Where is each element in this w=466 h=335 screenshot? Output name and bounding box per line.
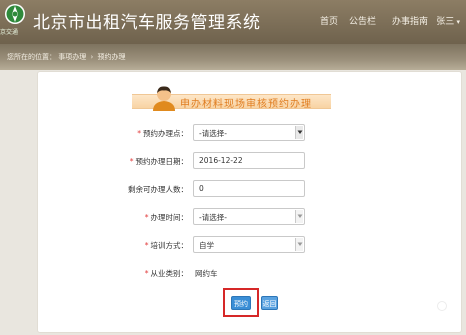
training-method-select[interactable]: 自学 [193,236,305,253]
required-marker: * [129,157,134,166]
breadcrumb-separator: › [90,53,94,61]
select-value: -请选择- [199,129,227,138]
label-job-category: * 从业类别： [78,268,188,279]
required-marker: * [144,269,149,278]
watermark-icon [437,301,447,311]
dropdown-caret[interactable] [295,210,303,223]
label-booking-date: * 预约办理日期： [78,156,188,167]
breadcrumb-item-booking[interactable]: 预约办理 [98,53,126,61]
job-category-value: 网约车 [195,269,218,278]
app-title: 北京市出租汽车服务管理系统 [33,13,261,33]
chevron-down-icon: ▾ [454,18,460,26]
booking-location-select[interactable]: -请选择- [193,124,305,141]
select-value: 自学 [199,241,214,250]
logo-text: 京交通 [0,29,19,36]
booking-date-input[interactable]: 2016-12-22 [193,152,305,169]
select-value: -请选择- [199,213,227,222]
label-text: 办理时间： [150,213,189,222]
label-text: 预约办理日期： [135,157,189,166]
label-text: 预约办理点： [143,129,188,138]
remaining-count-input[interactable]: 0 [193,180,305,197]
user-name: 张三 [436,17,455,27]
dropdown-caret[interactable] [295,238,303,251]
back-button[interactable]: 返回 [261,296,278,310]
required-marker: * [137,129,141,138]
label-booking-location: * 预约办理点： [78,128,188,139]
breadcrumb-prefix: 您所在的位置： [7,53,56,61]
chevron-down-icon [297,242,303,246]
label-remaining-count: 剩余可办理人数： [78,184,188,195]
label-training-method: * 培训方式： [78,240,188,251]
chevron-down-icon [297,130,303,134]
nav-item-home[interactable]: 首页 [320,14,338,27]
submit-booking-button[interactable]: 预约 [231,296,251,310]
user-avatar-icon [150,84,178,112]
label-handle-time: * 办理时间： [78,212,188,223]
panel-title: 申办材料现场审核预约办理 [180,99,312,110]
chevron-down-icon [297,214,303,218]
label-text: 从业类别： [150,269,189,278]
breadcrumb: 您所在的位置： 事项办理 › 预约办理 [7,52,126,62]
label-text: 剩余可办理人数： [128,185,188,194]
label-text: 培训方式： [150,241,189,250]
nav-item-user[interactable]: 张三 ▾ [436,14,460,27]
nav-item-notices[interactable]: 公告栏 [349,14,376,27]
handle-time-select[interactable]: -请选择- [193,208,305,225]
dropdown-caret[interactable] [295,126,303,139]
app-header: 京交通 北京市出租汽车服务管理系统 首页 公告栏 办事指南 张三 ▾ [0,0,466,44]
required-marker: * [144,213,149,222]
breadcrumb-item-service[interactable]: 事项办理 [58,53,86,61]
required-marker: * [144,241,149,250]
nav-item-guide[interactable]: 办事指南 [392,14,428,27]
